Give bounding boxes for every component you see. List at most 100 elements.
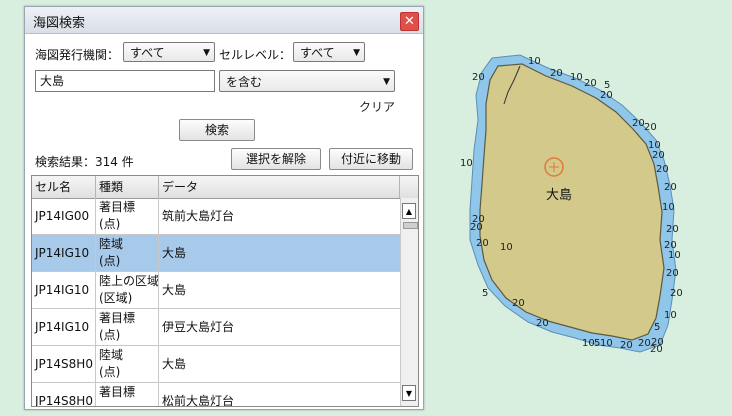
depth-label: 10 xyxy=(500,242,513,253)
depth-label: 20 xyxy=(620,340,633,351)
row-data: 伊豆大島灯台 xyxy=(162,320,235,334)
scroll-thumb[interactable] xyxy=(403,222,418,229)
issuer-select[interactable]: すべて ▼ xyxy=(123,42,215,62)
chart-search-dialog: 海図検索 ✕ 海図発行機関： すべて ▼ セルレベル： すべて ▼ 大島 を含む… xyxy=(24,6,424,410)
chevron-down-icon: ▼ xyxy=(353,48,360,58)
table-row[interactable]: JP14IG10 陸域 (点) 大島 xyxy=(32,235,400,272)
table-row[interactable]: JP14IG10 陸上の区域 (区域) 大島 xyxy=(32,272,400,309)
row-cell-name: JP14S8H0 xyxy=(32,346,96,382)
column-header-type[interactable]: 種類 xyxy=(96,176,159,198)
close-button[interactable]: ✕ xyxy=(400,12,419,31)
row-type-line2: (点) xyxy=(99,254,121,268)
depth-label: 10 xyxy=(668,250,681,261)
depth-label: 20 xyxy=(656,164,669,175)
row-type: 陸域 (点) xyxy=(96,346,159,382)
depth-label: 10 xyxy=(570,72,583,83)
keyword-input-value: 大島 xyxy=(40,74,65,88)
row-type: 陸上の区域 (区域) xyxy=(96,272,159,308)
row-type: 陸域 (点) xyxy=(96,235,159,271)
depth-label: 20 xyxy=(584,78,597,89)
cell-level-select-value: すべて xyxy=(300,46,335,60)
depth-label: 5 xyxy=(654,322,660,333)
results-table: セル名 種類 データ JP14IG00 著目標 (点) 筑前大島灯台 JP14IG10 陸… xyxy=(31,175,419,407)
table-row[interactable]: JP14IG00 著目標 (点) 筑前大島灯台 xyxy=(32,198,400,235)
depth-label: 10 xyxy=(528,56,541,67)
search-button[interactable]: 検索 xyxy=(179,119,255,141)
depth-label: 20 xyxy=(512,298,525,309)
column-header-data[interactable]: データ xyxy=(159,176,400,198)
chevron-down-icon: ▼ xyxy=(383,77,390,87)
arrow-up-icon: ▲ xyxy=(405,207,413,216)
row-type-line2: (点) xyxy=(99,328,121,342)
depth-label: 10 xyxy=(600,338,613,349)
dialog-titlebar[interactable]: 海図検索 ✕ xyxy=(25,7,423,34)
row-type-line1: 陸上の区域 xyxy=(99,274,159,288)
row-data: 松前大島灯台 xyxy=(162,394,235,407)
depth-label: 20 xyxy=(644,122,657,133)
dialog-title: 海図検索 xyxy=(33,16,86,31)
row-cell-name: JP14IG10 xyxy=(32,235,96,271)
match-mode-select[interactable]: を含む ▼ xyxy=(219,70,395,92)
close-icon: ✕ xyxy=(404,14,415,29)
depth-label: 10 xyxy=(460,158,473,169)
depth-label: 5 xyxy=(594,338,600,349)
row-type-line1: 陸域 xyxy=(99,237,124,251)
results-summary: 検索結果：314 件 xyxy=(35,155,134,169)
depth-label: 20 xyxy=(638,338,651,349)
row-cell-name: JP14IG10 xyxy=(32,272,96,308)
depth-label: 10 xyxy=(664,310,677,321)
depth-label: 20 xyxy=(666,268,679,279)
row-type: 著目標 (点) xyxy=(96,309,159,345)
table-row[interactable]: JP14IG10 著目標 (点) 伊豆大島灯台 xyxy=(32,309,400,346)
row-cell-name: JP14IG10 xyxy=(32,309,96,345)
arrow-down-icon: ▼ xyxy=(405,389,413,398)
depth-label: 20 xyxy=(600,90,613,101)
cell-level-label: セルレベル： xyxy=(219,48,292,62)
table-row[interactable]: JP14S8H0 著目標松前大島灯台 xyxy=(32,383,400,407)
chevron-down-icon: ▼ xyxy=(203,48,210,58)
cell-level-select[interactable]: すべて ▼ xyxy=(293,42,365,62)
depth-label: 20 xyxy=(472,72,485,83)
row-data: 筑前大島灯台 xyxy=(162,209,235,223)
row-data: 大島 xyxy=(162,357,187,371)
scroll-up-button[interactable]: ▲ xyxy=(402,203,416,219)
match-mode-select-value: を含む xyxy=(226,75,263,89)
row-type-line1: 著目標 xyxy=(99,311,136,325)
row-type-line2: (点) xyxy=(99,365,121,379)
deselect-button[interactable]: 選択を解除 xyxy=(231,148,321,170)
depth-label: 5 xyxy=(604,80,610,91)
row-cell-name: JP14S8H0 xyxy=(32,383,96,406)
row-type-line1: 陸域 xyxy=(99,348,124,362)
depth-label: 5 xyxy=(482,288,488,299)
depth-label: 20 xyxy=(670,288,683,299)
row-type-line2: (区域) xyxy=(99,291,133,305)
table-header: セル名 種類 データ xyxy=(32,176,418,199)
depth-label: 10 xyxy=(662,202,675,213)
scroll-down-button[interactable]: ▼ xyxy=(402,385,416,401)
row-data: 大島 xyxy=(162,246,187,260)
row-type: 著目標 (点) xyxy=(96,198,159,234)
issuer-select-value: すべて xyxy=(130,46,165,60)
depth-label: 20 xyxy=(472,214,485,225)
row-type-line1: 著目標 xyxy=(99,200,136,214)
depth-label: 20 xyxy=(632,118,645,129)
depth-label: 20 xyxy=(650,344,663,355)
depth-label: 20 xyxy=(476,238,489,249)
row-cell-name: JP14IG00 xyxy=(32,198,96,234)
depth-label: 20 xyxy=(664,182,677,193)
keyword-input[interactable]: 大島 xyxy=(35,70,215,92)
vertical-scrollbar[interactable]: ▲ ▼ xyxy=(400,198,418,406)
depth-label: 20 xyxy=(666,224,679,235)
depth-label: 20 xyxy=(550,68,563,79)
row-type-line1: 著目標 xyxy=(99,385,136,399)
depth-label: 20 xyxy=(652,150,665,161)
clear-link[interactable]: クリア xyxy=(359,98,395,115)
row-type-line2: (点) xyxy=(99,217,121,231)
depth-label: 20 xyxy=(536,318,549,329)
move-near-button[interactable]: 付近に移動 xyxy=(329,148,413,170)
issuer-label: 海図発行機関： xyxy=(35,48,120,62)
row-type: 著目標 xyxy=(96,383,159,406)
column-header-cell[interactable]: セル名 xyxy=(32,176,96,198)
island-label: 大島 xyxy=(546,188,572,203)
table-row[interactable]: JP14S8H0 陸域 (点) 大島 xyxy=(32,346,400,383)
